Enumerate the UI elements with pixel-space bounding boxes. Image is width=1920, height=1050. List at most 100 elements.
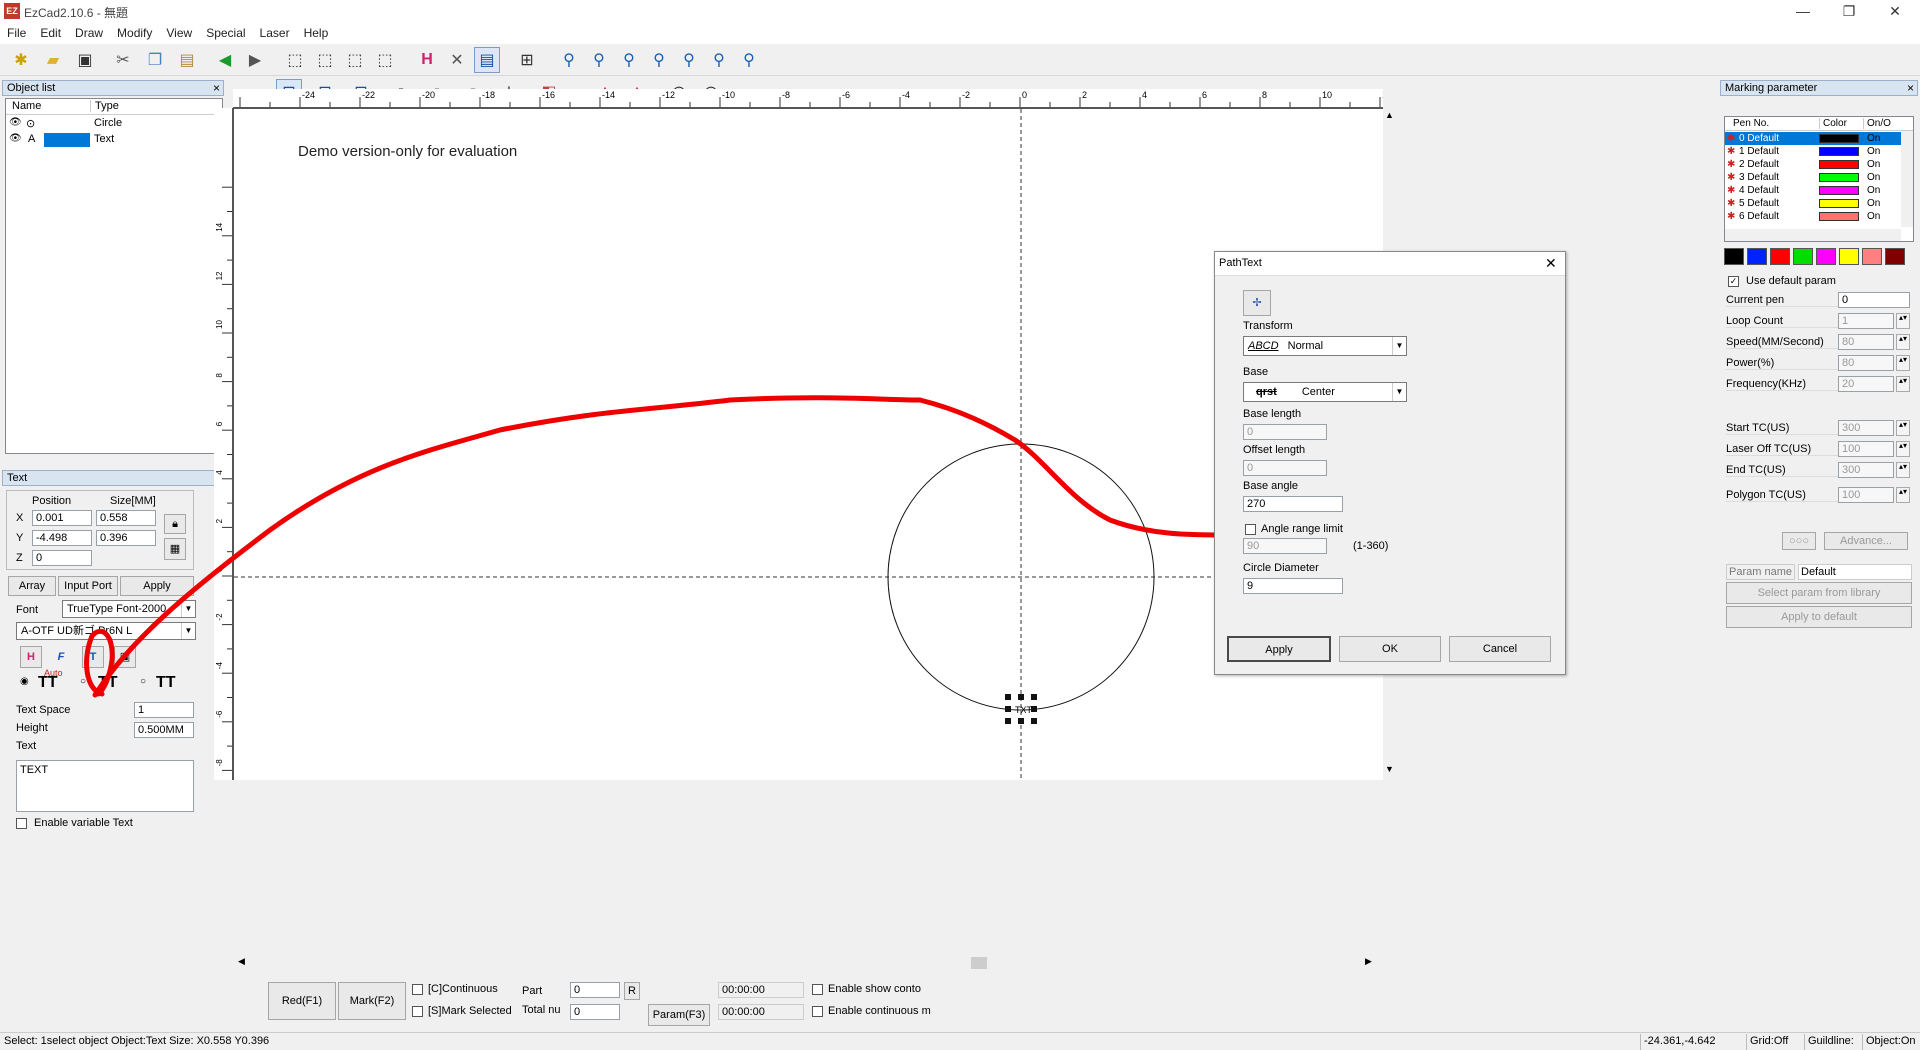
base-angle-input[interactable]: 270 [1243,496,1343,512]
pen-on-state[interactable]: On [1867,197,1880,210]
pen-star-icon: ✱ [1727,198,1736,209]
dialog-apply-button[interactable]: Apply [1227,636,1331,662]
marking-parameter-panel: Marking parameter × Pen No. Color On/O ✱… [1720,80,1918,640]
angle-range-limit-label: Angle range limit [1261,523,1343,535]
mark-f2-button[interactable]: Mark(F2) [338,982,406,1020]
pen-row[interactable]: ✱ 4 Default On [1725,184,1901,197]
pen-color-swatch[interactable] [1819,199,1859,208]
marking-parameter-close-icon[interactable]: × [1907,81,1914,95]
base-label: Base [1243,366,1269,378]
on-off-column[interactable]: On/O [1863,118,1891,129]
tc-input[interactable]: 300 [1838,420,1894,436]
pen-list[interactable]: Pen No. Color On/O ✱ 0 Default On ✱ 1 Defaul… [1724,116,1914,242]
advance-button[interactable]: Advance... [1824,532,1908,550]
dialog-ok-button[interactable]: OK [1339,636,1441,662]
transform-label: Transform [1243,320,1293,332]
palette-color-swatch[interactable] [1770,248,1790,265]
tc-label: Start TC(US) [1726,422,1838,435]
param-input[interactable]: 80 [1838,355,1894,371]
pen-list-hscroll[interactable] [1725,229,1901,241]
palette-color-swatch[interactable] [1793,248,1813,265]
palette-color-swatch[interactable] [1747,248,1767,265]
pen-row[interactable]: ✱ 5 Default On [1725,197,1901,210]
param-input[interactable]: 1 [1838,313,1894,329]
param-input[interactable]: 80 [1838,334,1894,350]
param-input[interactable]: 20 [1838,376,1894,392]
chevron-down-icon[interactable]: ▼ [1392,383,1406,401]
chevron-down-icon[interactable]: ▼ [1392,337,1406,355]
color-column[interactable]: Color [1819,118,1847,129]
tc-input[interactable]: 100 [1838,487,1894,503]
total-input[interactable]: 0 [570,1004,620,1020]
palette-color-swatch[interactable] [1724,248,1744,265]
param-input[interactable]: 0 [1838,292,1910,308]
tc-spinner-icon[interactable]: ▴▾ [1896,462,1910,478]
pen-row[interactable]: ✱ 2 Default On [1725,158,1901,171]
pen-on-state[interactable]: On [1867,171,1880,184]
transform-select[interactable]: ABCD Normal ▼ [1243,336,1407,356]
param-spinner-icon[interactable]: ▴▾ [1896,355,1910,371]
palette-color-swatch[interactable] [1816,248,1836,265]
offset-length-input[interactable]: 0 [1243,460,1327,476]
angle-range-input[interactable]: 90 [1243,538,1327,554]
tc-spinner-icon[interactable]: ▴▾ [1896,420,1910,436]
show-contour-label: Enable show conto [828,983,921,995]
dialog-cancel-button[interactable]: Cancel [1449,636,1551,662]
transform-value: Normal [1287,340,1324,352]
use-default-param-checkbox[interactable]: ✓ [1728,276,1739,287]
pen-list-scrollbar[interactable] [1901,131,1913,227]
pen-row[interactable]: ✱ 6 Default On [1725,210,1901,223]
reset-part-button[interactable]: R [624,982,640,1000]
pen-on-state[interactable]: On [1867,184,1880,197]
path-text-pick-icon[interactable]: ✢ [1243,290,1271,316]
dialog-title: PathText [1219,257,1262,269]
pen-color-swatch[interactable] [1819,147,1859,156]
tc-label: End TC(US) [1726,464,1838,477]
status-bar: Select: 1select object Object:Text Size:… [0,1032,1920,1050]
red-f1-button[interactable]: Red(F1) [268,982,336,1020]
enable-continuous-label: Enable continuous m [828,1005,931,1017]
param-spinner-icon[interactable]: ▴▾ [1896,313,1910,329]
show-contour-checkbox[interactable] [812,984,823,995]
pen-row[interactable]: ✱ 0 Default On [1725,132,1901,145]
pen-name: 3 Default [1739,172,1780,183]
param-name-label: Param name [1726,564,1795,580]
pen-no-column[interactable]: Pen No. [1733,118,1769,129]
mark-selected-checkbox[interactable] [412,1006,423,1017]
apply-to-default-button[interactable]: Apply to default [1726,606,1912,628]
circle-diameter-input[interactable]: 9 [1243,578,1343,594]
tc-input[interactable]: 300 [1838,462,1894,478]
param-spinner-icon[interactable]: ▴▾ [1896,334,1910,350]
param-spinner-icon[interactable]: ▴▾ [1896,376,1910,392]
palette-color-swatch[interactable] [1862,248,1882,265]
palette-color-swatch[interactable] [1839,248,1859,265]
tc-spinner-icon[interactable]: ▴▾ [1896,441,1910,457]
color-palette [1724,248,1914,268]
dialog-close-button[interactable]: ✕ [1545,255,1557,272]
pen-name: 5 Default [1739,198,1780,209]
lens-icon[interactable]: ○○○ [1782,532,1816,550]
select-param-from-library-button[interactable]: Select param from library [1726,582,1912,604]
base-length-input[interactable]: 0 [1243,424,1327,440]
pen-on-state[interactable]: On [1867,158,1880,171]
pen-color-swatch[interactable] [1819,160,1859,169]
pen-color-swatch[interactable] [1819,212,1859,221]
part-input[interactable]: 0 [570,982,620,998]
pen-color-swatch[interactable] [1819,173,1859,182]
pen-row[interactable]: ✱ 1 Default On [1725,145,1901,158]
tc-input[interactable]: 100 [1838,441,1894,457]
tc-spinner-icon[interactable]: ▴▾ [1896,487,1910,503]
enable-continuous-checkbox[interactable] [812,1006,823,1017]
palette-color-swatch[interactable] [1885,248,1905,265]
pen-on-state[interactable]: On [1867,132,1880,145]
param-f3-button[interactable]: Param(F3) [648,1004,710,1026]
pen-row[interactable]: ✱ 3 Default On [1725,171,1901,184]
pen-on-state[interactable]: On [1867,210,1880,223]
pen-color-swatch[interactable] [1819,186,1859,195]
dialog-titlebar: PathText ✕ [1215,252,1565,276]
base-select[interactable]: qrst Center ▼ [1243,382,1407,402]
angle-range-limit-checkbox[interactable] [1245,524,1256,535]
pen-on-state[interactable]: On [1867,145,1880,158]
continuous-checkbox[interactable] [412,984,423,995]
pen-color-swatch[interactable] [1819,134,1859,143]
